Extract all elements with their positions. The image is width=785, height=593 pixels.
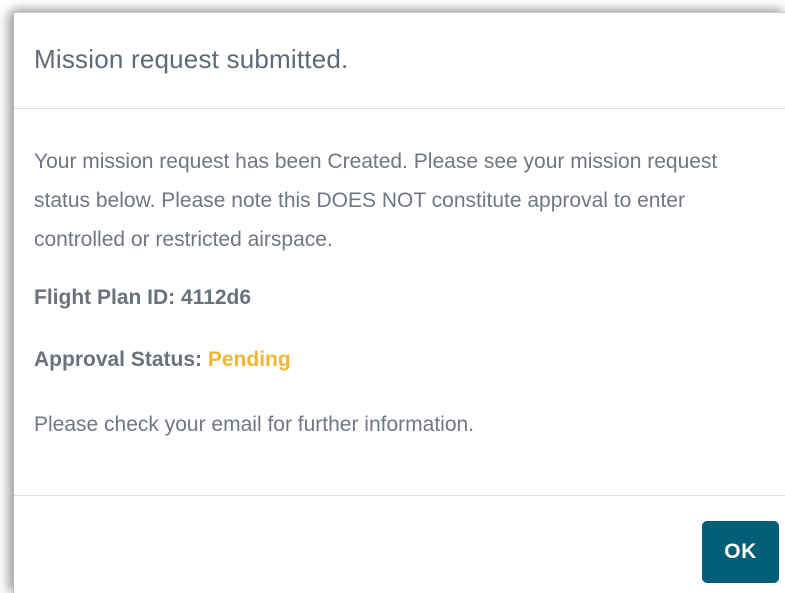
footer-divider bbox=[14, 495, 785, 496]
flight-plan-label: Flight Plan ID: bbox=[34, 286, 176, 309]
mission-request-dialog: Mission request submitted. Your mission … bbox=[13, 12, 785, 593]
approval-status-row: Approval Status: Pending bbox=[34, 348, 291, 372]
dialog-message: Your mission request has been Created. P… bbox=[34, 150, 718, 251]
flight-plan-id: 4112d6 bbox=[181, 286, 252, 309]
email-note: Please check your email for further info… bbox=[34, 413, 475, 436]
ok-button[interactable]: OK bbox=[702, 521, 779, 583]
dialog-title: Mission request submitted. bbox=[34, 44, 349, 74]
approval-status-value: Pending bbox=[207, 348, 291, 371]
approval-status-label: Approval Status: bbox=[34, 348, 203, 371]
dialog-header: Mission request submitted. bbox=[14, 13, 785, 109]
flight-plan-row: Flight Plan ID: 4112d6 bbox=[34, 286, 251, 310]
